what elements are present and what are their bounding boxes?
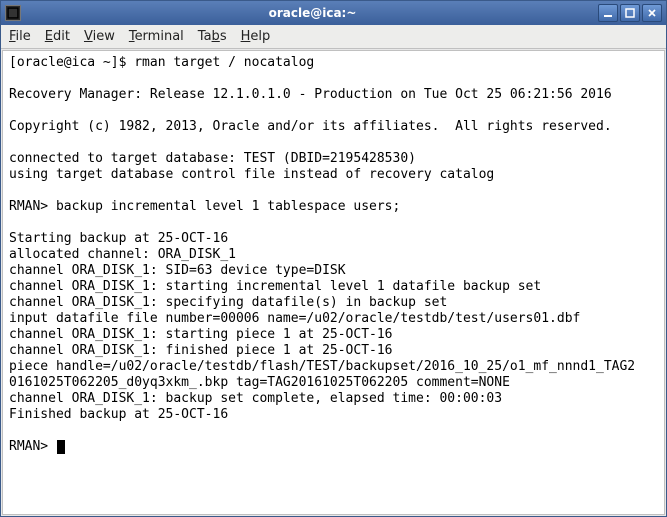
cursor bbox=[57, 440, 65, 454]
menu-tabs[interactable]: Tabs bbox=[198, 29, 227, 44]
menu-view[interactable]: View bbox=[84, 29, 115, 44]
app-icon bbox=[5, 5, 21, 21]
terminal-output[interactable]: [oracle@ica ~]$ rman target / nocatalog … bbox=[2, 50, 665, 515]
menu-terminal[interactable]: Terminal bbox=[129, 29, 184, 44]
menu-edit[interactable]: Edit bbox=[45, 29, 70, 44]
menu-file[interactable]: File bbox=[9, 29, 31, 44]
terminal-window: oracle@ica:~ File Edit View Terminal Tab… bbox=[0, 0, 667, 517]
minimize-button[interactable] bbox=[598, 4, 618, 22]
menubar: File Edit View Terminal Tabs Help bbox=[1, 25, 666, 49]
menu-help[interactable]: Help bbox=[241, 29, 271, 44]
window-title: oracle@ica:~ bbox=[27, 6, 598, 20]
titlebar: oracle@ica:~ bbox=[1, 1, 666, 25]
close-button[interactable] bbox=[642, 4, 662, 22]
maximize-button[interactable] bbox=[620, 4, 640, 22]
window-controls bbox=[598, 4, 662, 22]
